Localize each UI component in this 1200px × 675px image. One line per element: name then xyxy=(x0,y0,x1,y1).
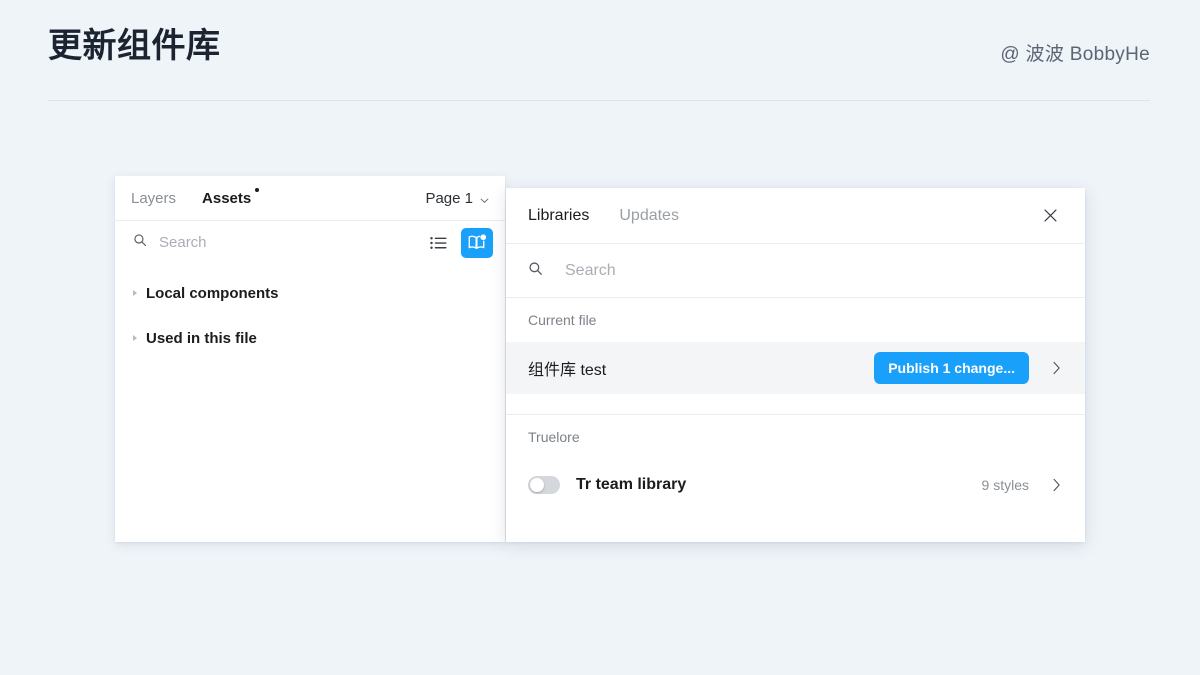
tree-item-used-in-this-file[interactable]: Used in this file xyxy=(115,326,505,350)
page-selector-label: Page 1 xyxy=(425,189,473,207)
library-enable-toggle[interactable] xyxy=(528,476,560,494)
assets-search-actions xyxy=(425,227,493,258)
tab-assets[interactable]: Assets xyxy=(202,187,260,207)
unsaved-dot-icon xyxy=(255,187,260,192)
badge-dot-icon xyxy=(479,234,486,241)
section-label-truelore: Truelore xyxy=(528,429,580,445)
chevron-down-icon xyxy=(480,192,489,203)
caret-right-icon xyxy=(133,290,137,296)
book-icon xyxy=(468,234,486,249)
assets-search-row[interactable]: Search xyxy=(115,221,505,264)
tab-assets-label: Assets xyxy=(202,189,252,207)
libraries-search-row[interactable]: Search xyxy=(506,244,1085,298)
search-icon xyxy=(133,233,147,252)
library-row-team-library[interactable]: Tr team library 9 styles xyxy=(506,459,1085,511)
tree-item-local-components[interactable]: Local components xyxy=(115,281,505,305)
section-gap xyxy=(506,394,1085,414)
section-label-current-file: Current file xyxy=(528,312,597,328)
assets-search-placeholder: Search xyxy=(159,234,207,251)
libraries-button[interactable] xyxy=(461,227,493,258)
close-icon[interactable] xyxy=(1037,203,1063,229)
caret-right-icon xyxy=(133,335,137,341)
author-credit: @ 波波 BobbyHe xyxy=(1000,44,1150,65)
header-divider xyxy=(48,100,1150,101)
libraries-panel: Libraries Updates Search Current file 组件… xyxy=(506,188,1085,542)
libraries-search-placeholder: Search xyxy=(565,261,616,279)
page-title: 更新组件库 xyxy=(48,27,221,65)
chevron-right-icon[interactable] xyxy=(1049,478,1063,492)
page-selector[interactable]: Page 1 xyxy=(425,190,489,207)
toggle-knob xyxy=(530,478,544,492)
library-row-current-file[interactable]: 组件库 test Publish 1 change... xyxy=(506,342,1085,394)
publish-button[interactable]: Publish 1 change... xyxy=(874,352,1029,384)
slide-header: 更新组件库 @ 波波 BobbyHe xyxy=(0,0,1200,101)
search-icon xyxy=(528,261,543,281)
tree-item-label: Used in this file xyxy=(146,329,257,347)
library-name: Tr team library xyxy=(576,476,687,493)
tab-layers[interactable]: Layers xyxy=(131,190,176,207)
list-view-icon[interactable] xyxy=(425,230,451,256)
library-style-count: 9 styles xyxy=(981,477,1029,493)
library-name: 组件库 test xyxy=(528,362,607,379)
assets-panel: Layers Assets Page 1 Search Local compon… xyxy=(115,176,505,542)
tab-updates[interactable]: Updates xyxy=(619,207,679,225)
assets-panel-tabbar: Layers Assets Page 1 xyxy=(115,176,505,221)
tree-item-label: Local components xyxy=(146,284,279,302)
tab-libraries[interactable]: Libraries xyxy=(528,207,589,225)
chevron-right-icon[interactable] xyxy=(1049,361,1063,375)
libraries-tabbar: Libraries Updates xyxy=(506,188,1085,244)
